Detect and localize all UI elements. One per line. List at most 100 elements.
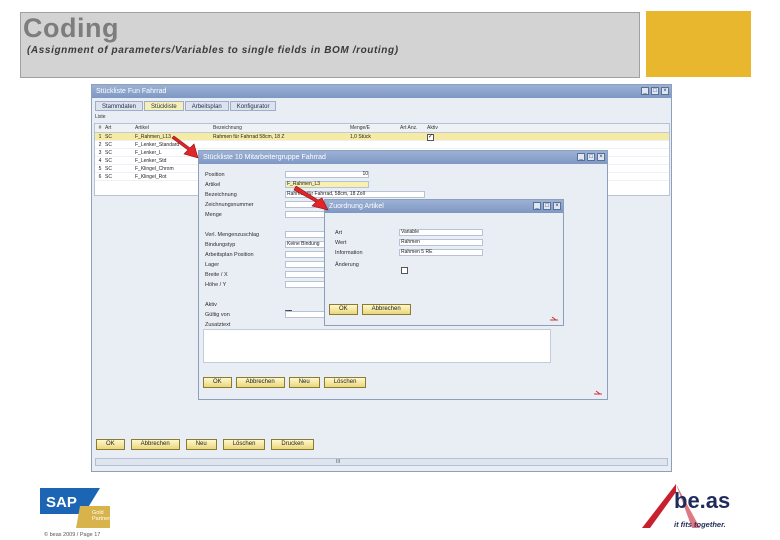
beas-slogan: it fits together. <box>674 520 726 529</box>
close-icon[interactable]: × <box>661 87 669 95</box>
row-art: SC <box>105 158 112 164</box>
assignment-button-bar: OK Abbrechen <box>329 304 411 315</box>
row-art: SC <box>105 150 112 156</box>
label-position: Position <box>205 172 225 178</box>
resize-grip-icon[interactable] <box>593 389 603 395</box>
label-bindungstyp: Bindungstyp <box>205 242 236 248</box>
maximize-icon[interactable]: □ <box>651 87 659 95</box>
col-num[interactable]: # <box>95 124 105 132</box>
cancel-button[interactable]: Abbrechen <box>235 377 285 388</box>
col-menge[interactable]: Menge/E <box>350 124 400 132</box>
slide-title: Coding <box>23 13 119 43</box>
sap-badge-text: Gold Partner <box>92 510 111 522</box>
row-num: 1 <box>98 134 102 140</box>
col-art[interactable]: Art <box>105 124 135 132</box>
tab-stammdaten[interactable]: Stammdaten <box>95 101 144 111</box>
label-mengenzuschlag: Verl. Mengenzuschlag <box>205 232 260 238</box>
col-bezeichnung[interactable]: Bezeichnung <box>213 124 350 132</box>
row-art: SC <box>105 174 112 180</box>
minimize-icon[interactable]: _ <box>533 202 541 210</box>
label-art: Art <box>335 230 343 236</box>
label-menge: Menge <box>205 212 222 218</box>
row-art: SC <box>105 134 112 140</box>
col-art-anz[interactable]: Art Anz. <box>400 124 427 132</box>
close-icon[interactable]: × <box>597 153 605 161</box>
delete-button[interactable]: Löschen <box>323 377 367 388</box>
art-select[interactable]: Variable <box>399 229 483 236</box>
row-art: SC <box>105 166 112 172</box>
label-breite: Breite / X <box>205 272 228 278</box>
position-window-title: Stückliste 10 Mitarbeitergruppe Fahrrad <box>203 154 326 161</box>
resize-grip-icon[interactable] <box>549 315 559 321</box>
aenderung-checkbox[interactable] <box>401 267 408 274</box>
gueltig-field[interactable] <box>285 311 325 318</box>
label-information: Information <box>335 250 363 256</box>
col-artikel[interactable]: Artikel <box>135 124 213 132</box>
red-arrow-icon <box>171 135 199 159</box>
label-hoehe: Höhe / Y <box>205 282 227 288</box>
ap-position-field[interactable] <box>285 251 325 258</box>
label-lager: Lager <box>205 262 220 268</box>
footer-text: © beas 2009 / Page 17 <box>44 532 101 538</box>
lager-field[interactable] <box>285 261 325 268</box>
slide-header: Coding (Assignment of parameters/Variabl… <box>20 12 640 78</box>
hoehe-field[interactable] <box>285 281 325 288</box>
grid-header: # Art Artikel Bezeichnung Menge/E Art An… <box>95 124 669 133</box>
new-button[interactable]: Neu <box>185 439 217 450</box>
bindungstyp-select[interactable]: Keine Bindung <box>285 241 325 248</box>
row-num: 6 <box>98 174 102 180</box>
sap-gold-partner-logo: SAP Gold Partner <box>40 488 112 533</box>
bom-window-title: Stückliste Fun Fahrrad <box>96 88 167 95</box>
assignment-window-title: Zuordnung Artikel <box>329 203 384 210</box>
print-button[interactable]: Drucken <box>271 439 314 450</box>
label-artikel: Artikel <box>205 182 221 188</box>
row-bez: Rahmen für Fahrrad 58cm, 18 Z <box>213 134 285 140</box>
row-num: 4 <box>98 158 102 164</box>
beas-logo-text: be.as <box>674 488 730 513</box>
delete-button[interactable]: Löschen <box>222 439 266 450</box>
maximize-icon[interactable]: □ <box>543 202 551 210</box>
position-window-titlebar[interactable]: Stückliste 10 Mitarbeitergruppe Fahrrad … <box>199 151 607 164</box>
close-icon[interactable]: × <box>553 202 561 210</box>
row-menge: 1,0 Stück <box>350 134 371 140</box>
assignment-window: Zuordnung Artikel _ □ × Art Variable Wer… <box>324 199 564 326</box>
ok-button[interactable]: OK <box>96 439 125 450</box>
label-wert: Wert <box>335 240 347 246</box>
bom-window-titlebar[interactable]: Stückliste Fun Fahrrad _ □ × <box>92 85 671 98</box>
beas-logo: be.as it fits together. <box>640 482 752 535</box>
ok-button[interactable]: OK <box>329 304 358 315</box>
row-num: 2 <box>98 142 102 148</box>
label-zusatztext: Zusatztext <box>205 322 231 328</box>
mengenzuschlag-field[interactable] <box>285 231 325 238</box>
aktiv-checkbox[interactable]: ✓ <box>427 134 434 141</box>
zusatztext-area[interactable] <box>203 329 551 363</box>
bom-tabs: Stammdaten Stückliste Arbeitsplan Konfig… <box>95 101 277 111</box>
scroll-thumb[interactable]: III <box>336 460 340 465</box>
tab-konfigurator[interactable]: Konfigurator <box>229 101 277 111</box>
accent-box <box>646 11 751 77</box>
row-num: 3 <box>98 150 102 156</box>
row-aktiv: ✓ <box>427 133 457 141</box>
ok-button[interactable]: OK <box>203 377 232 388</box>
minimize-icon[interactable]: _ <box>641 87 649 95</box>
maximize-icon[interactable]: □ <box>587 153 595 161</box>
position-button-bar: OK Abbrechen Neu Löschen <box>203 377 367 388</box>
horizontal-scrollbar[interactable]: III <box>95 458 668 466</box>
bom-button-bar: OK Abbrechen Neu Löschen Drucken <box>96 439 314 450</box>
wert-select[interactable]: Rahmen <box>399 239 483 246</box>
assignment-window-titlebar[interactable]: Zuordnung Artikel _ □ × <box>325 200 563 213</box>
label-gueltig: Gültig von <box>205 312 230 318</box>
information-field[interactable]: Rahmen 5 RE <box>399 249 483 256</box>
tab-stueckliste[interactable]: Stückliste <box>144 101 184 111</box>
row-num: 5 <box>98 166 102 172</box>
breite-field[interactable] <box>285 271 325 278</box>
label-zeichnung: Zeichnungsnummer <box>205 202 254 208</box>
cancel-button[interactable]: Abbrechen <box>361 304 411 315</box>
new-button[interactable]: Neu <box>288 377 320 388</box>
position-field[interactable]: 10 <box>285 171 369 178</box>
cancel-button[interactable]: Abbrechen <box>130 439 180 450</box>
col-aktiv[interactable]: Aktiv <box>427 124 457 132</box>
tab-arbeitsplan[interactable]: Arbeitsplan <box>184 101 229 111</box>
minimize-icon[interactable]: _ <box>577 153 585 161</box>
aenderung-checkbox-wrap <box>401 261 408 279</box>
